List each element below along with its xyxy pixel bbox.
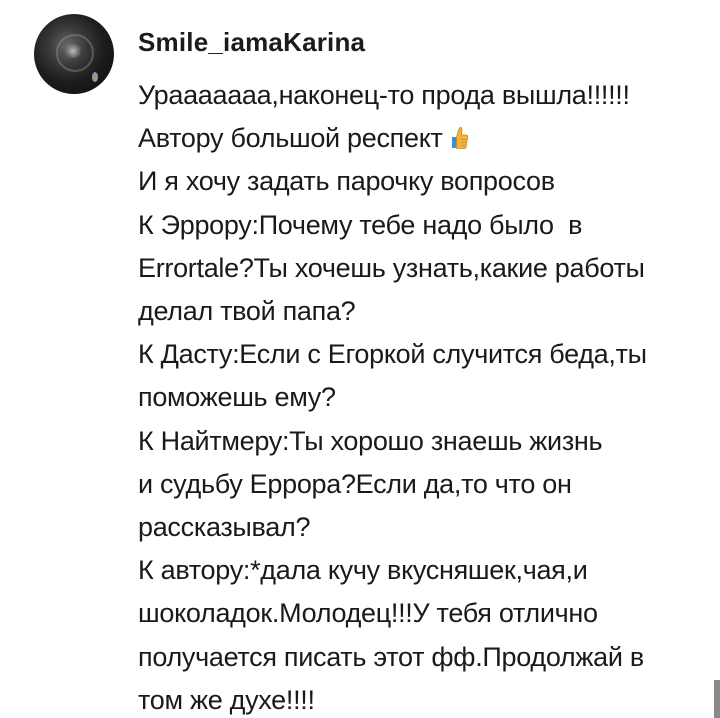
comment-line: И я хочу задать парочку вопросов: [138, 166, 555, 197]
comment-line: К Найтмеру:Ты хорошо знаешь жизнь: [138, 425, 603, 456]
comment-line-with-emoji: Автору большой респект: [138, 117, 708, 160]
comment-line: поможешь ему?: [138, 382, 336, 413]
comment-line-text: Автору большой респект: [138, 123, 443, 154]
comment-line: и судьбу Еррора?Если да,то что он: [138, 468, 572, 499]
comment-line: К Дасту:Если с Егоркой случится беда,ты: [138, 339, 647, 370]
comment-line: делал твой папа?: [138, 296, 356, 327]
comment-card: Smile_iamaKarina Урааааааа,наконец-то пр…: [0, 0, 720, 718]
thumbs-up-icon: [451, 127, 468, 150]
avatar-shine-detail: [92, 72, 98, 82]
comment-line: получается писать этот фф.Продолжай в: [138, 641, 644, 672]
comment-line: К автору:*дала кучу вкусняшек,чая,и: [138, 555, 588, 586]
comment-text: Урааааааа,наконец-то прода вышла!!!!!! А…: [138, 74, 708, 718]
comment-line: рассказывал?: [138, 512, 311, 543]
comment-line: Errortale?Ты хочешь узнать,какие работы: [138, 252, 645, 283]
avatar-glint-detail: [64, 44, 82, 58]
comment-line: шоколадок.Молодец!!!У тебя отлично: [138, 598, 598, 629]
comment-username[interactable]: Smile_iamaKarina: [138, 27, 365, 58]
comment-line: том же духе!!!!: [138, 684, 315, 715]
scrollbar-thumb[interactable]: [714, 680, 720, 718]
comment-line: Урааааааа,наконец-то прода вышла!!!!!!: [138, 80, 630, 110]
user-avatar[interactable]: [34, 14, 114, 94]
comment-line: К Эррору:Почему тебе надо было в: [138, 209, 583, 240]
